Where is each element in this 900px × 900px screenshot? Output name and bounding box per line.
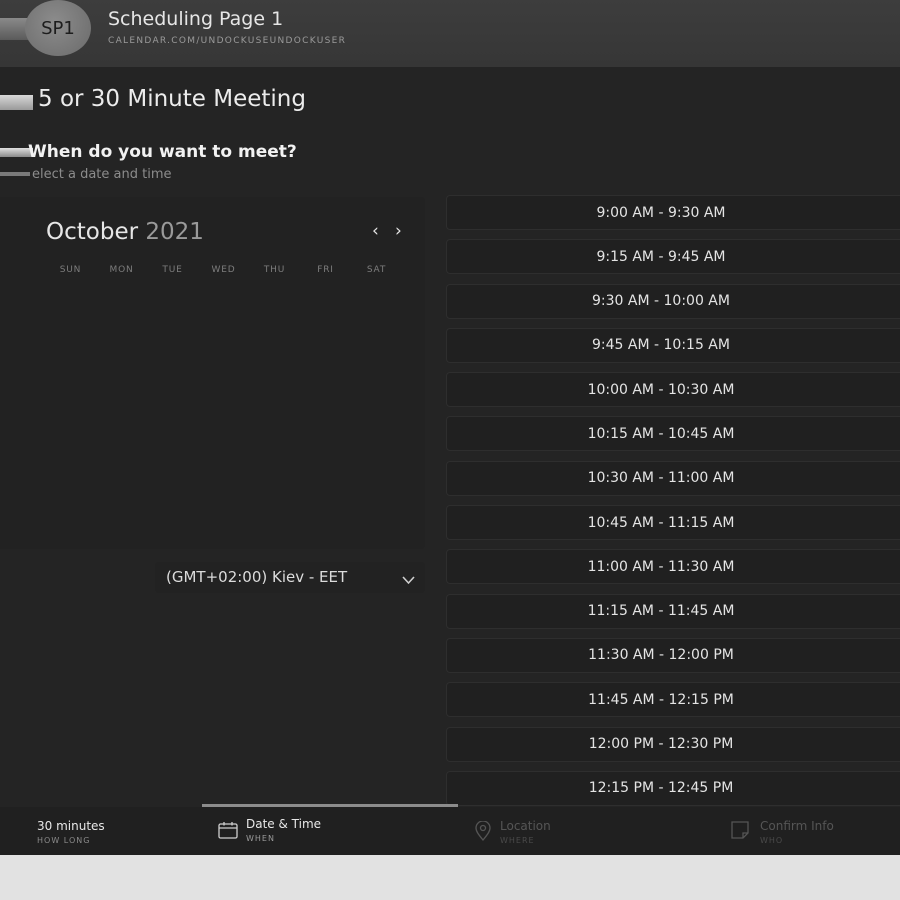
- time-slot[interactable]: 10:45 AM - 11:15 AM: [446, 505, 900, 541]
- time-slot[interactable]: 11:45 AM - 12:15 PM: [446, 682, 900, 718]
- weekday-header: SUN MON TUE WED THU FRI SAT: [45, 265, 402, 275]
- page-title: Scheduling Page 1: [108, 8, 284, 30]
- note-icon: [731, 821, 749, 843]
- time-slot[interactable]: 9:00 AM - 9:30 AM: [446, 195, 900, 230]
- step-duration[interactable]: 30 minutes HOW LONG: [0, 807, 202, 855]
- time-slot[interactable]: 10:30 AM - 11:00 AM: [446, 460, 900, 496]
- weekday-label: SAT: [366, 265, 387, 275]
- title-decoration: [0, 95, 33, 110]
- step-duration-label: 30 minutes: [37, 819, 105, 833]
- calendar-month: October: [46, 219, 139, 245]
- weekday-label: TUE: [162, 265, 183, 275]
- time-slot[interactable]: 12:15 PM - 12:45 PM: [446, 770, 900, 806]
- event-title: 5 or 30 Minute Meeting: [38, 86, 306, 112]
- step-date-time-label: Date & Time: [246, 817, 322, 831]
- timezone-select[interactable]: (GMT+02:00) Kiev - EET: [155, 562, 425, 593]
- time-slot[interactable]: 11:00 AM - 11:30 AM: [446, 549, 900, 585]
- step-date-time[interactable]: Date & Time WHEN: [202, 807, 458, 855]
- chevron-right-icon[interactable]: ›: [395, 221, 402, 241]
- step-navigation: 30 minutes HOW LONG Date & Time WHEN Loc…: [0, 807, 900, 855]
- step-confirm-info[interactable]: Confirm Info WHO: [714, 807, 900, 855]
- step-location[interactable]: Location WHERE: [458, 807, 714, 855]
- timezone-value: (GMT+02:00) Kiev - EET: [166, 568, 348, 586]
- calendar-month-year: October 2021: [46, 219, 204, 245]
- page-url[interactable]: CALENDAR.COM/UNDOCKUSEUNDOCKUSER: [108, 36, 346, 46]
- calendar-icon: [218, 821, 238, 843]
- weekday-label: SUN: [59, 265, 82, 275]
- subtitle-decoration: [0, 172, 30, 176]
- weekday-label: FRI: [317, 265, 334, 275]
- time-slot[interactable]: 12:00 PM - 12:30 PM: [446, 726, 900, 762]
- time-slot[interactable]: 11:15 AM - 11:45 AM: [446, 593, 900, 629]
- time-slot-list: 9:00 AM - 9:30 AM 9:15 AM - 9:45 AM 9:30…: [446, 195, 900, 815]
- step-confirm-info-sub: WHO: [760, 836, 784, 845]
- time-slot[interactable]: 10:00 AM - 10:30 AM: [446, 372, 900, 408]
- question-heading: When do you want to meet?: [28, 142, 297, 162]
- weekday-label: MON: [109, 265, 134, 275]
- step-location-sub: WHERE: [500, 836, 535, 845]
- avatar-initials: SP1: [41, 17, 75, 39]
- time-slot[interactable]: 11:30 AM - 12:00 PM: [446, 637, 900, 673]
- location-pin-icon: [474, 820, 492, 845]
- time-slot[interactable]: 9:30 AM - 10:00 AM: [446, 283, 900, 319]
- step-location-label: Location: [500, 819, 551, 833]
- scheduling-app: SP1 Scheduling Page 1 CALENDAR.COM/UNDOC…: [0, 0, 900, 855]
- step-duration-sub: HOW LONG: [37, 836, 91, 845]
- step-confirm-info-label: Confirm Info: [760, 819, 834, 833]
- chevron-down-icon: [402, 571, 415, 589]
- chevron-left-icon[interactable]: ‹: [372, 221, 379, 241]
- time-slot[interactable]: 9:45 AM - 10:15 AM: [446, 327, 900, 363]
- header: SP1 Scheduling Page 1 CALENDAR.COM/UNDOC…: [0, 0, 900, 67]
- calendar-panel: October 2021 ‹ › SUN MON TUE WED THU FRI…: [0, 197, 425, 549]
- time-slot[interactable]: 9:15 AM - 9:45 AM: [446, 239, 900, 275]
- weekday-label: WED: [211, 265, 236, 275]
- avatar: SP1: [25, 0, 91, 56]
- weekday-label: THU: [263, 265, 286, 275]
- question-subtitle: elect a date and time: [32, 167, 172, 182]
- time-slot[interactable]: 10:15 AM - 10:45 AM: [446, 416, 900, 452]
- calendar-year: 2021: [145, 219, 204, 245]
- step-date-time-sub: WHEN: [246, 834, 275, 843]
